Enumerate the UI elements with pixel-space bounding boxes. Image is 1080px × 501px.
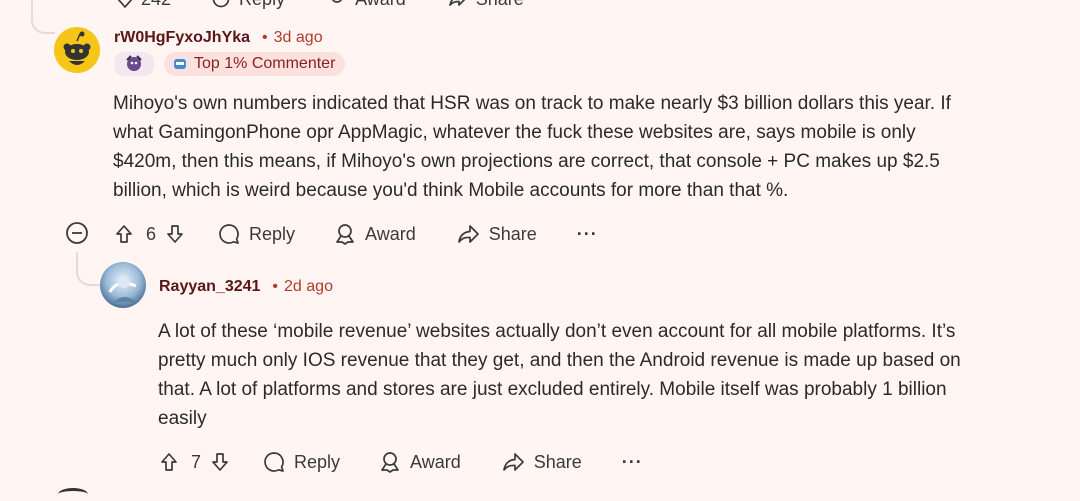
award-icon [378,450,402,474]
comment1-header: rW0HgFyxoJhYka • 3d ago [114,27,323,49]
downvote-button[interactable] [164,223,186,245]
collapse-thread-button[interactable] [65,221,89,245]
snoo-avatar-icon [54,27,100,73]
share-label: Share [533,451,582,472]
status-badge[interactable]: Top 1% Commenter [164,52,346,76]
user-avatar-image [100,262,146,308]
more-options-button[interactable]: ··· [622,452,643,473]
award-label: Award [355,0,406,10]
comment-text-line: Mihoyo's own numbers indicated that HSR … [113,93,951,114]
username[interactable]: Rayyan_3241 [159,278,260,296]
comment2-body: A lot of these ‘mobile revenue’ websites… [158,317,1048,433]
comment-text-line: $420m, then this means, if Mihoyo's own … [113,151,940,172]
comment-text-line: pretty much only IOS revenue that they g… [158,350,961,371]
reply-button[interactable]: Reply [217,222,295,246]
upvote-icon [158,451,180,473]
upvote-icon [113,223,135,245]
avatar[interactable] [54,27,100,73]
comment1-actions: 6 Reply Award Share ··· [113,222,598,246]
username[interactable]: rW0HgFyxoJhYka [114,29,250,47]
parent-thread-line [31,0,55,34]
reply-button[interactable]: Reply [262,450,340,474]
separator-dot: • [262,29,268,46]
downvote-button[interactable] [209,451,231,473]
share-icon [457,222,481,246]
comment-text-line: A lot of these ‘mobile revenue’ websites… [158,321,956,342]
timestamp[interactable]: 3d ago [274,29,323,47]
reply-label: Reply [294,451,341,472]
vote-count: 6 [146,223,157,244]
upvote-button[interactable] [158,451,180,473]
downvote-icon [209,451,231,473]
share-label: Share [488,223,537,244]
share-icon [448,0,468,9]
comment1-body: Mihoyo's own numbers indicated that HSR … [113,89,1043,205]
award-icon [333,222,357,246]
upvote-button[interactable] [113,223,135,245]
vote-count: 7 [191,451,202,472]
share-label: Share [476,0,524,10]
timestamp[interactable]: 2d ago [284,278,333,296]
comment1-flair-row: Top 1% Commenter [114,52,346,76]
share-button[interactable]: Share [448,0,524,10]
comment-text-line: billion, which is weird because you'd th… [113,180,789,201]
share-button[interactable]: Share [457,222,537,246]
badge-label: Top 1% Commenter [194,55,336,72]
award-label: Award [410,451,461,472]
comment-text-line: what GamingonPhone opr AppMagic, whateve… [113,122,916,143]
comment-bubble-icon [211,0,231,9]
avatar[interactable] [100,262,146,308]
comment2-header: Rayyan_3241 • 2d ago [159,276,333,298]
reply-button[interactable]: Reply [211,0,285,10]
share-button[interactable]: Share [502,450,582,474]
comment1-thread-line [76,252,100,286]
award-button[interactable]: Award [327,0,406,10]
award-button[interactable]: Award [333,222,416,246]
award-label: Award [365,223,416,244]
award-button[interactable]: Award [378,450,461,474]
collapse-minus-icon [65,221,89,245]
downvote-button[interactable]: 242 [115,0,171,10]
comment-bubble-icon [217,222,241,246]
share-icon [502,450,526,474]
next-comment-avatar [58,488,88,501]
award-icon [327,0,347,9]
more-options-button[interactable]: ··· [577,224,598,245]
comment-text-line: that. A lot of platforms and stores are … [158,379,947,400]
comment-bubble-icon [262,450,286,474]
reply-label: Reply [239,0,285,10]
commenter-badge-icon [172,56,188,72]
downvote-icon [164,223,186,245]
reply-label: Reply [249,223,296,244]
downvote-icon [115,0,135,9]
comment-text-line: easily [158,408,207,429]
user-flair-image [114,52,154,76]
previous-comment-actions: 242 Reply Award Share [115,0,524,10]
separator-dot: • [272,278,279,295]
vote-count: 242 [141,0,171,10]
comment2-actions: 7 Reply Award Share ··· [158,450,643,474]
